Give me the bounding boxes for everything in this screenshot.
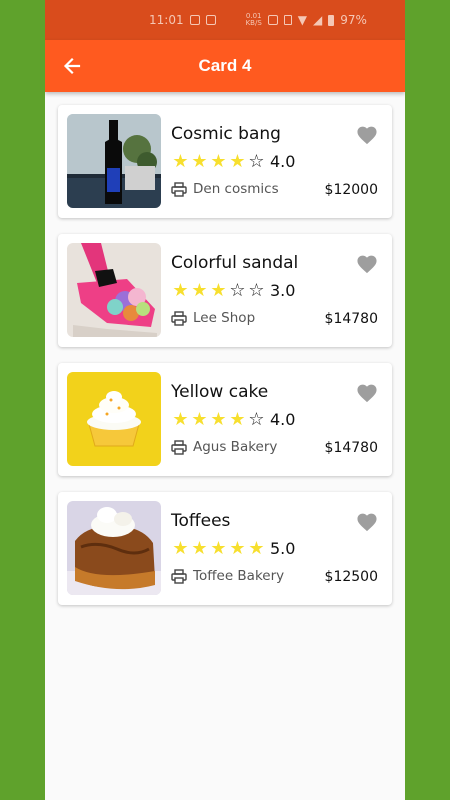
product-name: Toffees	[171, 511, 231, 531]
shop-info: Den cosmics	[171, 181, 279, 197]
phone-screen: 11:01 0.01 KB/S ▼ ◢ 97% Card 4 Cosmic ba…	[45, 0, 405, 800]
product-image-sandal	[67, 243, 161, 337]
favorite-button[interactable]	[356, 125, 378, 145]
product-card[interactable]: Toffees ★ ★ ★ ★ ★ 5.0 Toffee Bakery $125…	[58, 492, 392, 605]
rating-value: 4.0	[270, 410, 296, 429]
rating-value: 3.0	[270, 281, 296, 300]
signal-icon: ◢	[313, 13, 323, 27]
product-list: Cosmic bang ★ ★ ★ ★ ☆ 4.0 Den cosmics $1…	[45, 92, 405, 605]
star-icon: ★	[210, 150, 227, 172]
status-time: 11:01	[149, 13, 184, 27]
arrow-back-icon	[63, 57, 81, 75]
star-icon: ★	[210, 537, 227, 559]
star-icon: ★	[191, 150, 208, 172]
star-icon: ★	[210, 408, 227, 430]
star-icon: ☆	[248, 279, 265, 301]
star-icon: ★	[191, 279, 208, 301]
print-icon	[171, 439, 187, 455]
heart-icon	[357, 255, 377, 274]
star-icon: ★	[229, 537, 246, 559]
favorite-button[interactable]	[356, 254, 378, 274]
star-icon: ☆	[248, 150, 265, 172]
product-price: $14780	[324, 311, 378, 327]
star-icon: ★	[172, 150, 189, 172]
battery-icon	[328, 14, 335, 26]
heart-icon	[357, 513, 377, 532]
shop-name: Toffee Bakery	[193, 568, 285, 584]
favorite-button[interactable]	[356, 383, 378, 403]
data-speed-icon: 0.01 KB/S	[245, 12, 262, 27]
rating-value: 5.0	[270, 539, 296, 558]
app-bar: Card 4	[45, 40, 405, 92]
product-card[interactable]: Colorful sandal ★ ★ ★ ☆ ☆ 3.0 Lee Shop $…	[58, 234, 392, 347]
page-title: Card 4	[198, 56, 252, 75]
shop-info: Lee Shop	[171, 310, 255, 326]
back-button[interactable]	[59, 53, 85, 79]
print-icon	[171, 310, 187, 326]
favorite-button[interactable]	[356, 512, 378, 532]
rating: ★ ★ ★ ★ ★ 5.0	[171, 539, 295, 558]
star-icon: ★	[172, 537, 189, 559]
rating: ★ ★ ★ ★ ☆ 4.0	[171, 152, 295, 171]
star-icon: ☆	[229, 279, 246, 301]
star-icon: ★	[229, 150, 246, 172]
shop-name: Lee Shop	[193, 310, 256, 326]
star-icon: ★	[172, 408, 189, 430]
print-icon	[171, 568, 187, 584]
rating-value: 4.0	[270, 152, 296, 171]
star-icon: ★	[172, 279, 189, 301]
star-icon: ★	[210, 279, 227, 301]
rating: ★ ★ ★ ☆ ☆ 3.0	[171, 281, 295, 300]
product-price: $12500	[324, 569, 378, 585]
shop-info: Agus Bakery	[171, 439, 277, 455]
product-card[interactable]: Cosmic bang ★ ★ ★ ★ ☆ 4.0 Den cosmics $1…	[58, 105, 392, 218]
product-price: $12000	[324, 182, 378, 198]
shop-info: Toffee Bakery	[171, 568, 284, 584]
status-bar: 11:01 0.01 KB/S ▼ ◢ 97%	[45, 0, 405, 40]
rating: ★ ★ ★ ★ ☆ 4.0	[171, 410, 295, 429]
star-icon: ☆	[248, 408, 265, 430]
hd-icon	[267, 15, 278, 25]
product-name: Cosmic bang	[171, 124, 281, 144]
star-icon: ★	[191, 408, 208, 430]
heart-icon	[357, 126, 377, 145]
product-card[interactable]: Yellow cake ★ ★ ★ ★ ☆ 4.0 Agus Bakery $1…	[58, 363, 392, 476]
vibrate-icon	[283, 15, 292, 25]
product-image-bottle	[67, 114, 161, 208]
product-price: $14780	[324, 440, 378, 456]
image-notification-icon	[205, 15, 216, 25]
product-image-cupcake	[67, 372, 161, 466]
product-image-toffee	[67, 501, 161, 595]
star-icon: ★	[229, 408, 246, 430]
notification-icon	[189, 15, 200, 25]
shop-name: Den cosmics	[193, 181, 279, 197]
star-icon: ★	[191, 537, 208, 559]
print-icon	[171, 181, 187, 197]
heart-icon	[357, 384, 377, 403]
battery-level: 97%	[340, 13, 367, 27]
product-name: Yellow cake	[171, 382, 269, 402]
shop-name: Agus Bakery	[193, 439, 278, 455]
star-icon: ★	[248, 537, 265, 559]
product-name: Colorful sandal	[171, 253, 299, 273]
wifi-icon: ▼	[297, 13, 308, 27]
